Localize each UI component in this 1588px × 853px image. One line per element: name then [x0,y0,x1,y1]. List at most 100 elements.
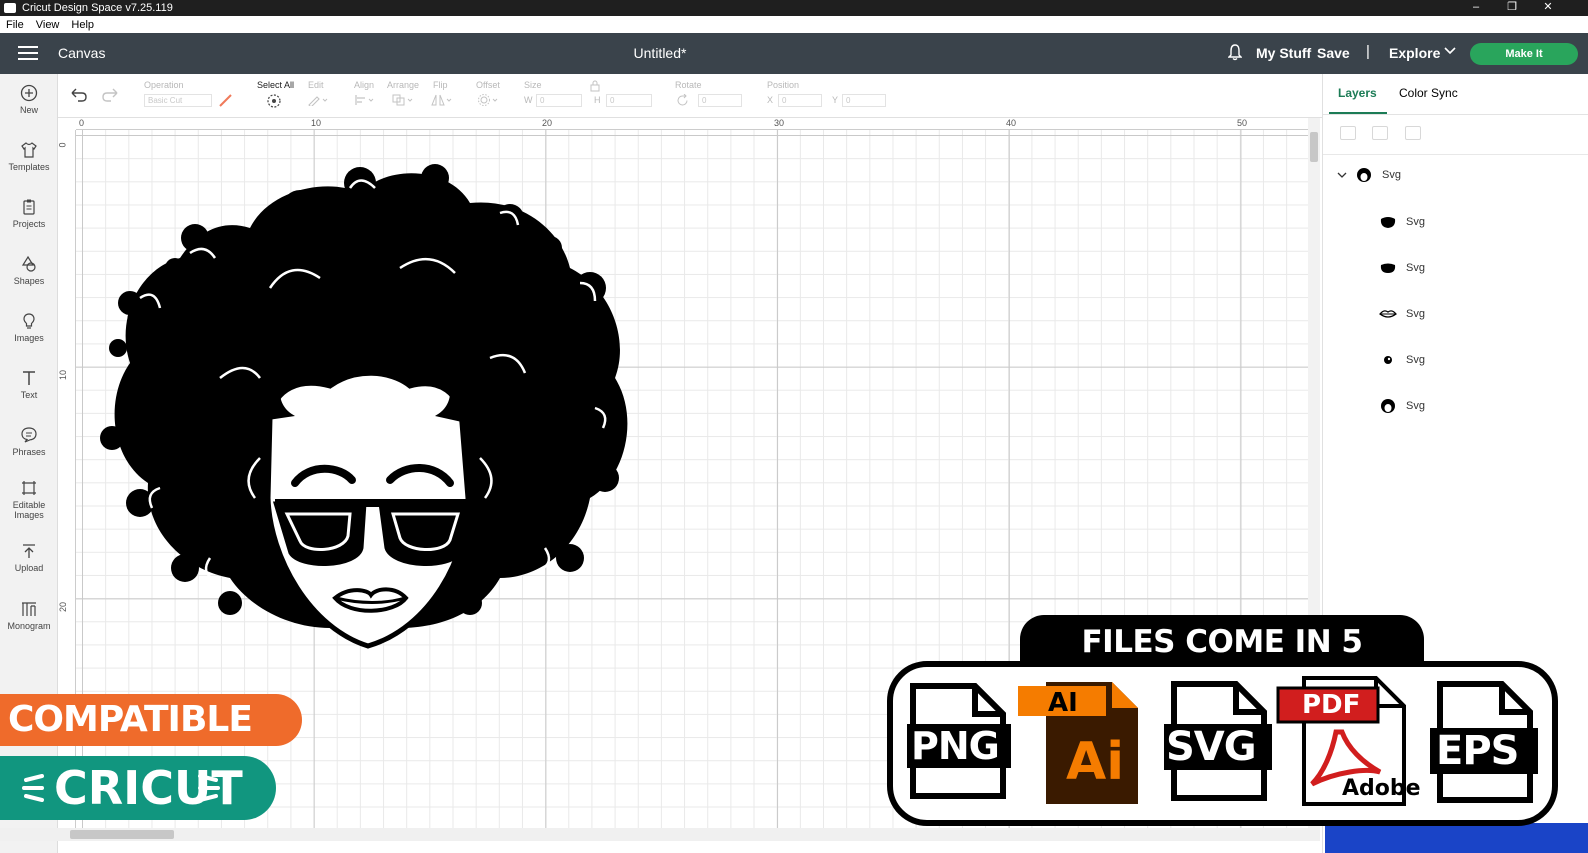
ai-label: Ai [1066,732,1125,792]
upload-icon [23,544,35,558]
tab-color-sync[interactable]: Color Sync [1399,86,1458,100]
toolbar-shapes[interactable]: Shapes [0,255,58,286]
layer-item[interactable]: Svg [1379,307,1425,321]
layer-label: Svg [1406,262,1425,274]
toolbar-shapes-label: Shapes [13,276,45,286]
rotate-input[interactable]: 0 [698,94,742,107]
head-icon [1357,168,1371,182]
delete-layer-icon[interactable] [1405,126,1421,140]
toolbar-new-label: New [19,105,38,115]
horizontal-scrollbar[interactable] [0,828,1320,841]
toolbar-text[interactable]: Text [0,369,58,400]
toolbar-upload[interactable]: Upload [0,542,58,573]
duplicate-layer-icon[interactable] [1372,126,1388,140]
scroll-thumb[interactable] [1310,132,1318,162]
flip-icon[interactable] [430,94,454,106]
layer-item[interactable]: Svg [1379,399,1425,413]
toolbar-upload-label: Upload [14,563,44,573]
toolbar-monogram[interactable]: Monogram [0,600,58,631]
bulb-icon [23,313,35,329]
layer-item[interactable]: Svg [1379,261,1425,275]
scroll-thumb[interactable] [70,830,174,839]
position-y-input[interactable]: 0 [842,94,886,107]
adobe-label: Adobe [1342,776,1421,801]
chevron-down-icon[interactable] [1444,47,1456,55]
explore-menu[interactable]: Explore [1389,45,1440,61]
toolbar-editable-label: Editable [12,500,46,510]
position-y-prefix: Y [832,95,839,105]
arrange-label: Arrange [387,80,420,90]
rotate-label: Rotate [675,80,702,90]
position-x-input[interactable]: 0 [778,94,822,107]
minimize-button[interactable]: – [1458,0,1494,16]
lock-icon[interactable] [590,80,600,92]
maximize-button[interactable]: ❐ [1494,0,1530,16]
my-stuff-link[interactable]: My Stuff [1256,45,1311,61]
toolbar-images-label: Images [14,333,44,343]
layer-item[interactable]: Svg [1379,215,1425,229]
size-h-prefix: H [594,95,601,105]
edit-pencil-icon[interactable] [307,94,329,106]
pdf-tag: PDF [1302,690,1361,720]
offset-label: Offset [476,80,500,90]
ruler-top: 0 10 20 30 40 50 [76,118,1308,130]
size-height-input[interactable]: 0 [606,94,652,107]
png-file-icon: PNG [903,672,1013,808]
make-it-button[interactable]: Make It [1470,43,1578,65]
flip-label: Flip [433,80,448,90]
blob-icon [1380,217,1396,228]
rotate-icon[interactable] [676,94,690,107]
svg-label: SVG [1166,724,1257,770]
toolbar-templates-label: Templates [8,162,50,172]
ruler-tick: 10 [311,118,322,128]
pen-color-icon[interactable] [218,93,234,107]
afro-woman-svg-artwork[interactable] [100,158,635,653]
undo-icon[interactable] [70,88,88,102]
layer-item[interactable]: Svg [1379,353,1425,367]
align-label: Align [354,80,375,90]
chevron-down-icon[interactable] [1337,171,1347,179]
operation-select[interactable]: Basic Cut [144,94,212,107]
toolbar-editable-label2: Images [14,510,44,520]
toolbar-images[interactable]: Images [0,312,58,343]
menu-help[interactable]: Help [65,19,100,31]
edit-toolbar: Operation Basic Cut Select All Edit Alig… [58,74,1340,118]
close-window-button[interactable]: ✕ [1530,0,1566,16]
layer-label: Svg [1406,354,1425,366]
toolbar-projects[interactable]: Projects [0,198,58,229]
ruler-tick: 50 [1237,118,1248,128]
position-x-prefix: X [767,95,774,105]
ai-file-icon: AI Ai [1018,672,1138,808]
arrange-icon[interactable] [391,94,415,106]
save-button[interactable]: Save [1317,45,1350,61]
menu-view[interactable]: View [30,19,66,31]
toolbar-new[interactable]: New [0,84,58,115]
tab-divider [1323,114,1588,115]
select-all-icon[interactable] [266,93,282,109]
align-icon[interactable] [354,94,376,106]
ruler-tick: 20 [542,118,553,128]
spark-left-icon [22,774,44,802]
layer-group-svg[interactable]: Svg [1337,168,1401,182]
toolbar-text-label: Text [20,390,38,400]
toolbar-templates[interactable]: Templates [0,141,58,172]
offset-icon[interactable] [477,94,501,106]
group-layers-icon[interactable] [1340,126,1356,140]
layer-label: Svg [1406,216,1425,228]
window-title: Cricut Design Space v7.25.119 [22,2,173,14]
size-w-prefix: W [524,95,533,105]
pdf-file-icon: PDF Adobe [1276,672,1421,808]
eps-label: EPS [1436,728,1519,774]
app-icon [4,3,16,13]
toolbar-editable-images[interactable]: Editable Images [0,479,58,520]
layer-label: Svg [1382,169,1401,181]
size-width-input[interactable]: 0 [536,94,582,107]
toolbar-projects-label: Projects [12,219,46,229]
tab-layers[interactable]: Layers [1338,86,1377,100]
bell-icon[interactable] [1228,44,1242,61]
menu-file[interactable]: File [0,19,30,31]
redo-icon[interactable] [101,88,119,102]
ruler-tick: 0 [57,142,68,148]
ruler-tick: 20 [58,601,69,613]
toolbar-phrases[interactable]: Phrases [0,426,58,457]
